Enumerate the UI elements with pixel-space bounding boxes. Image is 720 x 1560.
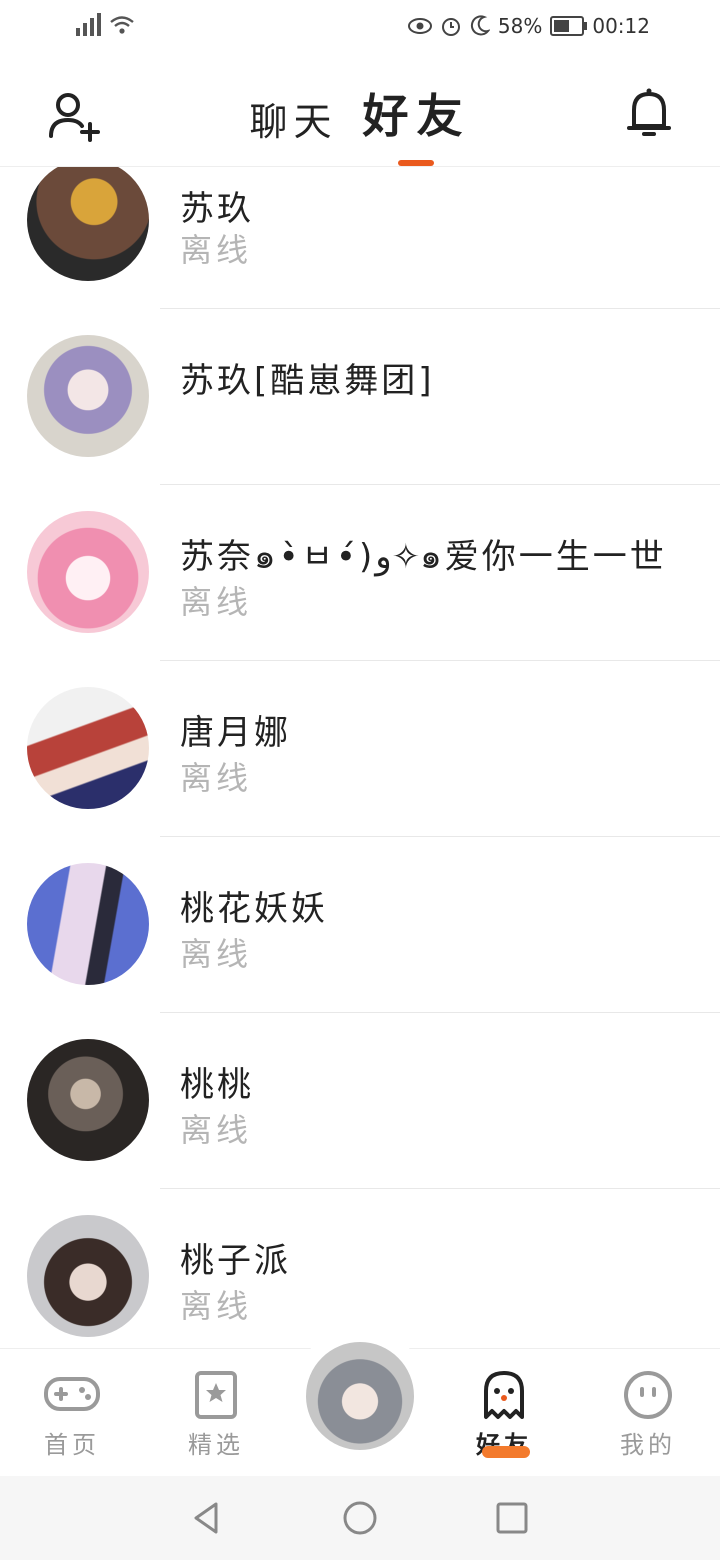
friend-status: 离线 <box>180 935 253 973</box>
recents-square-icon[interactable] <box>492 1498 532 1538</box>
friend-name: 唐月娜 <box>180 713 291 753</box>
friend-status: 离线 <box>180 759 253 797</box>
friend-name: 苏奈๑•̀ㅂ•́)و✧๑爱你一生一世 <box>180 537 667 577</box>
star-bookmark-icon <box>195 1371 237 1419</box>
home-circle-icon[interactable] <box>340 1498 380 1538</box>
ghost-icon <box>484 1371 524 1419</box>
friend-status: 离线 <box>180 583 253 621</box>
alarm-icon <box>441 18 460 36</box>
friend-row[interactable]: 桃花妖妖 离线 <box>0 837 720 1013</box>
top-header: 聊天 好友 <box>0 56 720 167</box>
friend-row[interactable]: 桃桃 离线 <box>0 1013 720 1189</box>
tab-friends[interactable]: 好友 <box>363 80 471 146</box>
friend-status: 离线 <box>180 1111 253 1149</box>
friend-row[interactable]: 唐月娜 离线 <box>0 661 720 837</box>
friend-row[interactable]: 苏玖[酷崽舞团] <box>0 309 720 485</box>
nav-mine-label: 我的 <box>620 1431 676 1459</box>
bell-icon[interactable] <box>624 86 674 142</box>
nav-active-indicator <box>482 1446 530 1458</box>
friend-name: 桃花妖妖 <box>180 889 328 929</box>
avatar[interactable] <box>27 687 149 809</box>
system-navigation-bar <box>0 1476 720 1560</box>
nav-home-label: 首页 <box>44 1431 100 1459</box>
friend-name: 苏玖[酷崽舞团] <box>180 361 435 401</box>
tab-chat[interactable]: 聊天 <box>249 91 337 146</box>
wifi-icon <box>110 16 134 34</box>
clock: 00:12 <box>592 14 650 38</box>
center-avatar-button[interactable] <box>306 1342 414 1450</box>
friend-name: 桃子派 <box>180 1241 291 1281</box>
avatar[interactable] <box>27 511 149 633</box>
header-tabs: 聊天 好友 <box>0 80 720 146</box>
friend-name: 桃桃 <box>180 1065 254 1105</box>
eye-icon <box>407 18 432 34</box>
signal-area <box>76 12 135 36</box>
nav-featured[interactable]: 精选 <box>156 1349 276 1477</box>
moon-icon <box>470 15 490 36</box>
friend-row[interactable]: 苏玖 离线 <box>0 167 720 309</box>
back-icon[interactable] <box>186 1498 226 1538</box>
active-tab-indicator <box>398 160 434 166</box>
avatar[interactable] <box>27 335 149 457</box>
nav-featured-label: 精选 <box>188 1431 244 1459</box>
signal-icon <box>76 12 101 36</box>
smiley-icon <box>624 1371 672 1419</box>
nav-home[interactable]: 首页 <box>12 1349 132 1477</box>
avatar[interactable] <box>27 1215 149 1337</box>
friend-name: 苏玖 <box>180 189 254 229</box>
status-right: 58% 00:12 <box>407 14 650 38</box>
avatar[interactable] <box>27 167 149 281</box>
avatar[interactable] <box>27 1039 149 1161</box>
friend-status: 离线 <box>180 231 253 269</box>
friend-row[interactable]: 苏奈๑•̀ㅂ•́)و✧๑爱你一生一世 离线 <box>0 485 720 661</box>
friend-status: 离线 <box>180 1287 253 1325</box>
battery-icon <box>550 16 588 36</box>
nav-mine[interactable]: 我的 <box>588 1349 708 1477</box>
avatar[interactable] <box>27 863 149 985</box>
friend-list: 苏玖 离线 苏玖[酷崽舞团] 苏奈๑•̀ㅂ•́)و✧๑爱你一生一世 离线 唐月娜… <box>0 167 720 1347</box>
battery-percent: 58% <box>497 14 543 38</box>
status-bar: 58% 00:12 <box>0 0 720 56</box>
gamepad-icon <box>44 1377 100 1411</box>
